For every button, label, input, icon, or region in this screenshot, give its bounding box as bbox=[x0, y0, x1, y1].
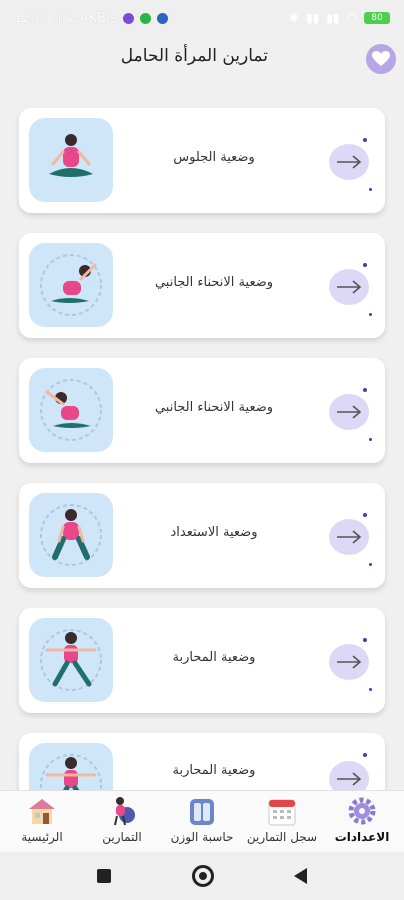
seated-pose-illustration bbox=[29, 118, 113, 202]
exercise-list[interactable]: وضعية الجلوس وضعية الانحناء الجانبي وضعي… bbox=[0, 106, 404, 790]
open-exercise-button[interactable] bbox=[329, 394, 369, 430]
sparkle-decoration bbox=[363, 138, 367, 142]
warrior-pose-illustration bbox=[29, 743, 113, 790]
pregnant-exercise-icon bbox=[114, 797, 135, 826]
exercise-card[interactable]: وضعية المحاربة bbox=[19, 608, 385, 713]
exercise-card[interactable]: وضعية الجلوس bbox=[19, 108, 385, 213]
exercise-label: وضعية الجلوس bbox=[173, 150, 255, 165]
gear-icon bbox=[348, 797, 376, 825]
exercise-card[interactable]: وضعية الانحناء الجانبي bbox=[19, 358, 385, 463]
battery-level: 80 bbox=[371, 13, 383, 23]
open-exercise-button[interactable] bbox=[329, 269, 369, 305]
sparkle-decoration bbox=[363, 513, 367, 517]
back-button[interactable] bbox=[294, 868, 307, 884]
arrow-right-icon bbox=[337, 530, 362, 544]
nav-weight-calculator[interactable]: حاسبة الوزن bbox=[162, 795, 242, 851]
warrior-pose-illustration bbox=[29, 618, 113, 702]
system-nav-bar bbox=[0, 852, 404, 900]
exercise-card[interactable]: وضعية المحاربة bbox=[19, 733, 385, 790]
status-time: 12:09 bbox=[14, 10, 52, 26]
status-left: 12:09 | 2.4KB/s bbox=[14, 10, 169, 26]
exercise-label: وضعية المحاربة bbox=[172, 650, 256, 665]
status-speed: 2.4KB/s bbox=[67, 10, 118, 26]
app-header: تمارين المرأة الحامل bbox=[0, 36, 404, 82]
nav-log-label: سجل التمارين bbox=[246, 830, 318, 844]
nav-exercises-label: التمارين bbox=[102, 830, 142, 844]
home-button[interactable] bbox=[191, 865, 214, 887]
open-exercise-button[interactable] bbox=[329, 761, 369, 790]
sparkle-decoration bbox=[363, 638, 367, 642]
recents-button[interactable] bbox=[97, 869, 111, 883]
nav-home[interactable]: الرئيسية bbox=[2, 795, 82, 851]
sparkle-decoration bbox=[363, 263, 367, 267]
nav-weight-label: حاسبة الوزن bbox=[170, 830, 234, 844]
exercise-label: وضعية الانحناء الجانبي bbox=[154, 275, 274, 290]
side-bend-pose-illustration bbox=[29, 368, 113, 452]
sparkle-decoration bbox=[369, 313, 372, 316]
nav-exercise-log[interactable]: سجل التمارين bbox=[242, 795, 322, 851]
exercise-card[interactable]: وضعية الانحناء الجانبي bbox=[19, 233, 385, 338]
status-bar: 12:09 | 2.4KB/s ✱ ▮▮ ▮▮ ◠ 80 bbox=[0, 0, 404, 36]
status-separator: | bbox=[57, 10, 62, 26]
status-right: ✱ ▮▮ ▮▮ ◠ 80 bbox=[289, 11, 390, 25]
home-icon bbox=[29, 799, 55, 824]
sparkle-decoration bbox=[369, 563, 372, 566]
heart-icon bbox=[372, 51, 390, 66]
arrow-right-icon bbox=[337, 772, 362, 786]
calendar-icon bbox=[268, 799, 296, 826]
sparkle-decoration bbox=[369, 688, 372, 691]
scale-icon bbox=[190, 799, 214, 825]
wifi-icon: ◠ bbox=[346, 11, 357, 25]
arrow-right-icon bbox=[337, 155, 362, 169]
home-button-dot bbox=[198, 872, 207, 880]
app-notification-icon bbox=[123, 12, 135, 24]
exercise-label: وضعية الانحناء الجانبي bbox=[154, 400, 274, 415]
nav-home-label: الرئيسية bbox=[21, 830, 63, 844]
sparkle-decoration bbox=[363, 388, 367, 392]
whatsapp-notification-icon bbox=[140, 12, 152, 24]
open-exercise-button[interactable] bbox=[329, 144, 369, 180]
sparkle-decoration bbox=[369, 188, 372, 191]
signal-icon-2: ▮▮ bbox=[326, 11, 340, 25]
open-exercise-button[interactable] bbox=[329, 644, 369, 680]
nav-exercises[interactable]: التمارين bbox=[82, 795, 162, 851]
bottom-nav: الرئيسية التمارين حاسبة الوزن سجل التمار… bbox=[0, 790, 404, 853]
ready-pose-illustration bbox=[29, 493, 113, 577]
exercise-label: وضعية الاستعداد bbox=[170, 525, 258, 540]
arrow-right-icon bbox=[337, 405, 362, 419]
arrow-right-icon bbox=[337, 655, 362, 669]
battery-icon: 80 bbox=[364, 12, 390, 24]
linkedin-notification-icon bbox=[157, 12, 169, 24]
page-title: تمارين المرأة الحامل bbox=[120, 46, 268, 66]
exercise-card[interactable]: وضعية الاستعداد bbox=[19, 483, 385, 588]
sparkle-decoration bbox=[363, 753, 367, 757]
nav-settings[interactable]: الاعدادات bbox=[322, 795, 402, 851]
favorites-button[interactable] bbox=[366, 44, 396, 74]
exercise-label: وضعية المحاربة bbox=[172, 763, 256, 778]
side-bend-pose-illustration bbox=[29, 243, 113, 327]
nav-settings-label: الاعدادات bbox=[334, 830, 390, 844]
arrow-right-icon bbox=[337, 280, 362, 294]
bluetooth-icon: ✱ bbox=[289, 11, 300, 25]
open-exercise-button[interactable] bbox=[329, 519, 369, 555]
sparkle-decoration bbox=[369, 438, 372, 441]
signal-icon: ▮▮ bbox=[306, 11, 320, 25]
